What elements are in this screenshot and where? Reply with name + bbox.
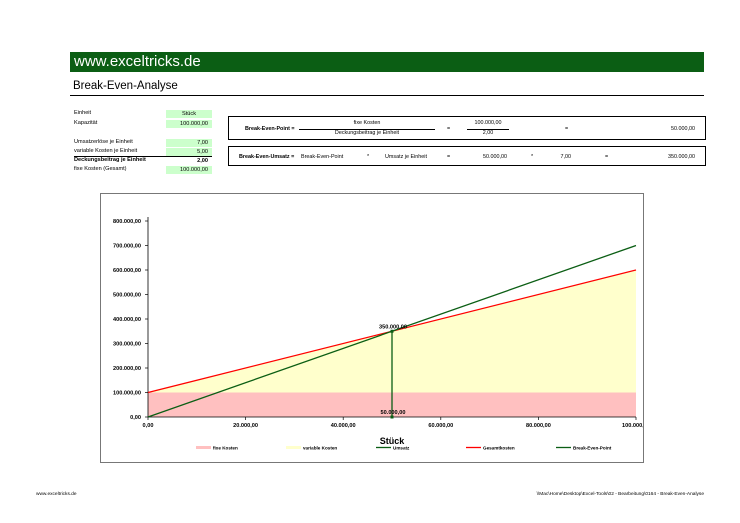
y-tick-label: 300.000,00: [113, 342, 141, 348]
legend-swatch-variable-kosten: [286, 446, 301, 449]
einheit-cell[interactable]: Stück: [166, 110, 212, 118]
footer-right: \\Mac\Home\Desktop\Excel-Tools\02 - Bear…: [536, 492, 704, 497]
site-banner: www.exceltricks.de: [70, 52, 704, 72]
x-tick-label: 0,00: [143, 423, 154, 429]
x-tick-label: 100.000,00: [622, 423, 643, 429]
bep-denominator-value: 2,00: [482, 130, 494, 136]
varkosten-label: variable Kosten je Einheit: [74, 148, 138, 154]
beu-operator-1: *: [367, 153, 370, 160]
y-tick-label: 400.000,00: [113, 317, 141, 323]
title-underline: [70, 95, 704, 96]
y-tick-label: 600.000,00: [113, 268, 141, 274]
footer-left: www.exceltricks.de: [36, 492, 77, 497]
y-tick-label: 800.000,00: [113, 219, 141, 225]
x-axis-title: Stück: [380, 436, 406, 446]
beu-value-1: 50.000,00: [483, 153, 507, 160]
y-tick-label: 0,00: [130, 415, 141, 421]
legend-swatch-fixe-kosten: [196, 446, 211, 449]
x-tick-label: 20.000,00: [233, 423, 258, 429]
beu-term-2: Umsatz je Einheit: [385, 153, 427, 160]
beu-equals-1: =: [447, 153, 451, 160]
chart-svg: 0,00 20.000,00 40.000,00 60.000,00 80.000,00…: [113, 217, 650, 451]
break-even-umsatz-box: Break-Even-Umsatz = Break-Even-Point * U…: [228, 146, 706, 166]
legend-label-variable-kosten: variable Kosten: [303, 446, 337, 451]
beu-term-1: Break-Even-Point: [301, 153, 344, 160]
bep-equals-2: =: [565, 125, 569, 132]
data-label: 350.000,00: [379, 324, 407, 330]
legend-label-umsatz: Umsatz: [393, 446, 410, 451]
bep-denominator-text: Deckungsbeitrag je Einheit: [334, 130, 400, 136]
x-tick-label: 60.000,00: [428, 423, 453, 429]
db-label: Deckungsbeitrag je Einheit: [74, 157, 146, 163]
bep-equals-1: =: [447, 125, 451, 132]
banner-text: www.exceltricks.de: [74, 53, 201, 70]
einheit-label: Einheit: [74, 110, 92, 116]
bep-formula-label: Break-Even-Point =: [245, 125, 295, 132]
break-even-chart[interactable]: 0,00 20.000,00 40.000,00 60.000,00 80.000,00…: [100, 193, 650, 463]
y-tick-label: 500.000,00: [113, 293, 141, 299]
bep-numerator-value: 100.000,00: [474, 120, 502, 126]
legend-label-break-even-point: Break-Even-Point: [573, 446, 612, 451]
x-tick-label: 40.000,00: [331, 423, 356, 429]
y-tick-label: 200.000,00: [113, 366, 141, 372]
umsatz-cell[interactable]: 7,00: [166, 139, 212, 147]
beu-value-2: 7,00: [560, 153, 572, 160]
beu-equals-2: =: [605, 153, 609, 160]
break-even-point-box: Break-Even-Point = fixe Kosten Deckungsb…: [228, 116, 706, 140]
kapazitaet-label: Kapazität: [74, 120, 98, 126]
beu-operator-2: *: [531, 153, 534, 160]
legend-label-fixe-kosten: fixe Kosten: [213, 446, 238, 451]
x-tick-label: 80.000,00: [526, 423, 551, 429]
bep-result: 50.000,00: [671, 125, 695, 132]
umsatz-label: Umsatzerlöse je Einheit: [74, 139, 133, 145]
kapazitaet-cell[interactable]: 100.000,00: [166, 120, 212, 128]
data-label: 50.000,00: [381, 410, 406, 416]
y-tick-label: 700.000,00: [113, 244, 141, 250]
sheet-title: Break-Even-Analyse: [73, 80, 178, 92]
legend-label-gesamtkosten: Gesamtkosten: [483, 446, 515, 451]
fixkosten-label: fixe Kosten (Gesamt): [74, 166, 127, 172]
db-cell: 2,00: [197, 158, 208, 164]
y-tick-label: 100.000,00: [113, 391, 141, 397]
bep-numerator-text: fixe Kosten: [353, 120, 381, 126]
beu-formula-label: Break-Even-Umsatz =: [239, 153, 295, 160]
fixkosten-cell[interactable]: 100.000,00: [166, 166, 212, 174]
beu-result: 350.000,00: [668, 153, 695, 160]
